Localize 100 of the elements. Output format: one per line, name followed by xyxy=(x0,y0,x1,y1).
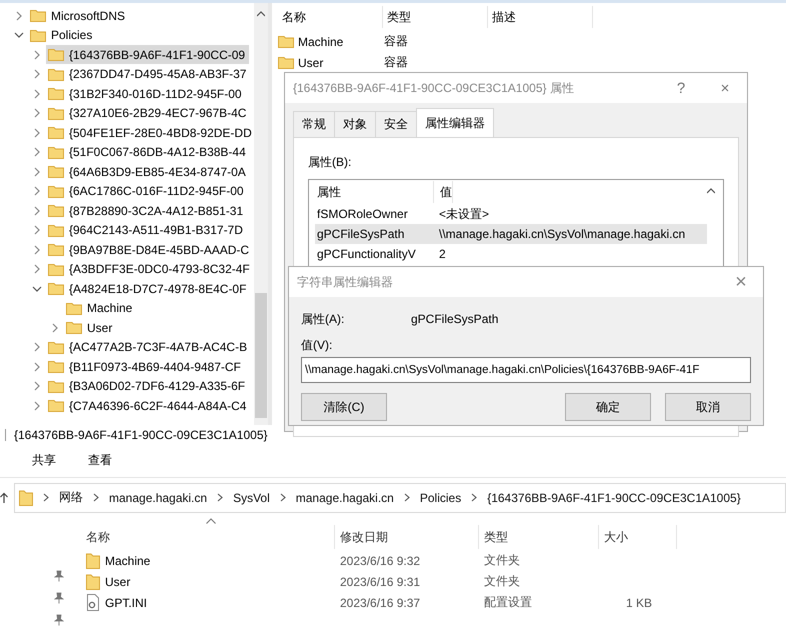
breadcrumb-item[interactable]: Policies xyxy=(420,490,462,505)
ribbon-tab[interactable]: 查看 xyxy=(88,452,112,469)
chevron-icon[interactable] xyxy=(32,400,42,411)
tree-item[interactable]: {87B28890-3C2A-4A12-B851-31 xyxy=(46,201,248,220)
tree-item[interactable]: {64A6B3D9-EB85-4E34-8747-0A xyxy=(46,162,250,182)
dialog-button[interactable]: 清除(C) xyxy=(301,393,387,421)
column-header[interactable]: 名称 xyxy=(278,6,383,28)
folder-icon xyxy=(48,87,64,100)
scroll-up-icon[interactable] xyxy=(707,188,715,194)
chevron-icon[interactable] xyxy=(32,50,42,60)
folder-icon xyxy=(48,340,64,354)
chevron-icon[interactable] xyxy=(32,244,42,255)
tree-item[interactable]: MicrosoftDNS xyxy=(28,6,130,26)
tab[interactable]: 常规 xyxy=(293,111,335,137)
scrollbar[interactable] xyxy=(254,3,268,425)
chevron-icon[interactable] xyxy=(32,88,42,99)
chevron-icon[interactable] xyxy=(32,264,42,274)
folder-icon xyxy=(48,282,64,296)
dialog-title: {164376BB-9A6F-41F1-90CC-09CE3C1A1005} 属性 xyxy=(293,80,575,96)
address-bar[interactable]: 网络 manage.hagaki.cn SysVol manage.hagaki.cn Policies {164376BB-9A6F-41F1-90CC-09CE3C1A1005} xyxy=(14,482,786,513)
chevron-icon[interactable] xyxy=(14,30,24,40)
file-item[interactable]: User xyxy=(81,573,335,590)
attribute-name: gPCFileSysPath xyxy=(411,312,498,326)
chevron-icon[interactable] xyxy=(32,186,42,196)
modified-date: 2023/6/16 9:32 xyxy=(339,554,422,568)
column-header[interactable]: 类型 xyxy=(479,525,599,549)
column-header[interactable]: 名称 xyxy=(81,525,335,549)
file-item[interactable]: GPT.INI xyxy=(81,594,335,611)
tree-item[interactable]: {B3A06D02-7DF6-4129-A335-6F xyxy=(46,376,250,396)
column-header[interactable]: 修改日期 xyxy=(335,525,479,549)
tree-item[interactable]: {504FE1EF-28E0-4BD8-92DE-DD xyxy=(46,123,256,142)
dialog-button[interactable]: 确定 xyxy=(565,393,651,421)
chevron-icon[interactable] xyxy=(43,493,49,502)
folder-icon xyxy=(48,106,64,120)
tree-item[interactable]: User xyxy=(64,318,116,338)
chevron-icon[interactable] xyxy=(32,362,42,372)
chevron-icon[interactable] xyxy=(32,147,42,158)
up-arrow-icon[interactable] xyxy=(0,492,8,504)
folder-icon xyxy=(30,28,46,42)
tree-item[interactable]: Policies xyxy=(28,26,96,45)
close-button[interactable]: × xyxy=(719,270,763,294)
value-label: 值(V): xyxy=(301,337,334,353)
chevron-icon[interactable] xyxy=(32,225,42,236)
pin-icon[interactable] xyxy=(54,570,64,582)
tree-item[interactable]: {964C2143-A511-49B1-B317-7D xyxy=(46,220,247,240)
breadcrumb-item[interactable]: {164376BB-9A6F-41F1-90CC-09CE3C1A1005} xyxy=(487,490,741,505)
tree-item[interactable]: {9BA97B8E-D84E-45BD-AAAD-C xyxy=(46,240,254,260)
column-header[interactable]: 属性 xyxy=(315,181,434,203)
value-field[interactable]: \\manage.hagaki.cn\SysVol\manage.hagaki.cn\Policies\{164376BB-9A6F-41F xyxy=(301,357,751,383)
breadcrumb-item[interactable]: manage.hagaki.cn xyxy=(296,490,394,505)
pin-icon[interactable] xyxy=(54,592,64,604)
chevron-icon[interactable] xyxy=(32,108,42,118)
folder-icon xyxy=(19,489,33,506)
chevron-icon[interactable] xyxy=(32,381,42,392)
chevron-icon[interactable] xyxy=(93,493,99,502)
chevron-icon[interactable] xyxy=(32,342,42,352)
chevron-icon[interactable] xyxy=(32,206,42,216)
dialog-button[interactable]: 取消 xyxy=(665,393,751,421)
scroll-up-icon[interactable] xyxy=(257,11,265,17)
tree-item[interactable]: {B11F0973-4B69-4404-9487-CF xyxy=(46,357,245,376)
column-header[interactable]: 大小 xyxy=(599,525,677,549)
tab[interactable]: 属性编辑器 xyxy=(416,108,494,137)
tree-item[interactable]: {A4824E18-D7C7-4978-8E4C-0F xyxy=(46,279,250,298)
close-button[interactable]: × xyxy=(703,80,747,96)
attribute-row[interactable]: gPCFunctionalityV 2 xyxy=(315,244,707,264)
pin-icon[interactable] xyxy=(54,614,64,626)
column-header[interactable]: 描述 xyxy=(488,6,593,28)
list-item[interactable]: User xyxy=(278,56,382,70)
file-item[interactable]: Machine xyxy=(81,552,335,569)
help-button[interactable]: ? xyxy=(659,80,703,96)
chevron-icon[interactable] xyxy=(404,493,410,502)
attribute-row[interactable]: gPCFileSysPath \\manage.hagaki.cn\SysVol\manage.hagaki.cn xyxy=(315,224,707,244)
chevron-icon[interactable] xyxy=(50,322,60,333)
chevron-icon[interactable] xyxy=(14,10,24,21)
tree-item[interactable]: Machine xyxy=(64,298,136,318)
tree-item[interactable]: {51F0C067-86DB-4A12-B38B-44 xyxy=(46,142,250,162)
breadcrumb-item[interactable]: SysVol xyxy=(233,490,270,505)
tree-item[interactable]: {164376BB-9A6F-41F1-90CC-09 xyxy=(46,45,250,64)
chevron-icon[interactable] xyxy=(280,493,286,502)
chevron-icon[interactable] xyxy=(471,493,478,502)
chevron-icon[interactable] xyxy=(32,69,42,80)
attribute-row[interactable]: fSMORoleOwner <未设置> xyxy=(315,204,707,224)
tree-item[interactable]: {A3BDFF3E-0DC0-4793-8C32-4F xyxy=(46,260,254,279)
tree-item[interactable]: {31B2F340-016D-11D2-945F-00 xyxy=(46,84,246,104)
breadcrumb-item[interactable]: 网络 xyxy=(59,489,83,506)
ribbon-tab[interactable]: 共享 xyxy=(32,452,56,469)
folder-icon xyxy=(48,68,64,81)
column-header[interactable]: 类型 xyxy=(383,6,488,28)
chevron-icon[interactable] xyxy=(32,128,42,138)
chevron-icon[interactable] xyxy=(32,284,42,294)
breadcrumb-item[interactable]: manage.hagaki.cn xyxy=(109,490,208,505)
chevron-icon[interactable] xyxy=(32,166,42,177)
tree-item[interactable]: {2367DD47-D495-45A8-AB3F-37 xyxy=(46,64,250,84)
column-header[interactable]: 值 xyxy=(434,181,453,203)
chevron-icon[interactable] xyxy=(217,493,224,502)
tree-item[interactable]: {AC477A2B-7C3F-4A7B-AC4C-B xyxy=(46,338,252,357)
list-item[interactable]: Machine xyxy=(278,34,382,48)
tree-item[interactable]: {327A10E6-2B29-4EC7-967B-4C xyxy=(46,104,250,123)
tree-item[interactable]: {6AC1786C-016F-11D2-945F-00 xyxy=(46,182,248,201)
tree-item[interactable]: {C7A46396-6C2F-4644-A84A-C4 xyxy=(46,396,250,416)
